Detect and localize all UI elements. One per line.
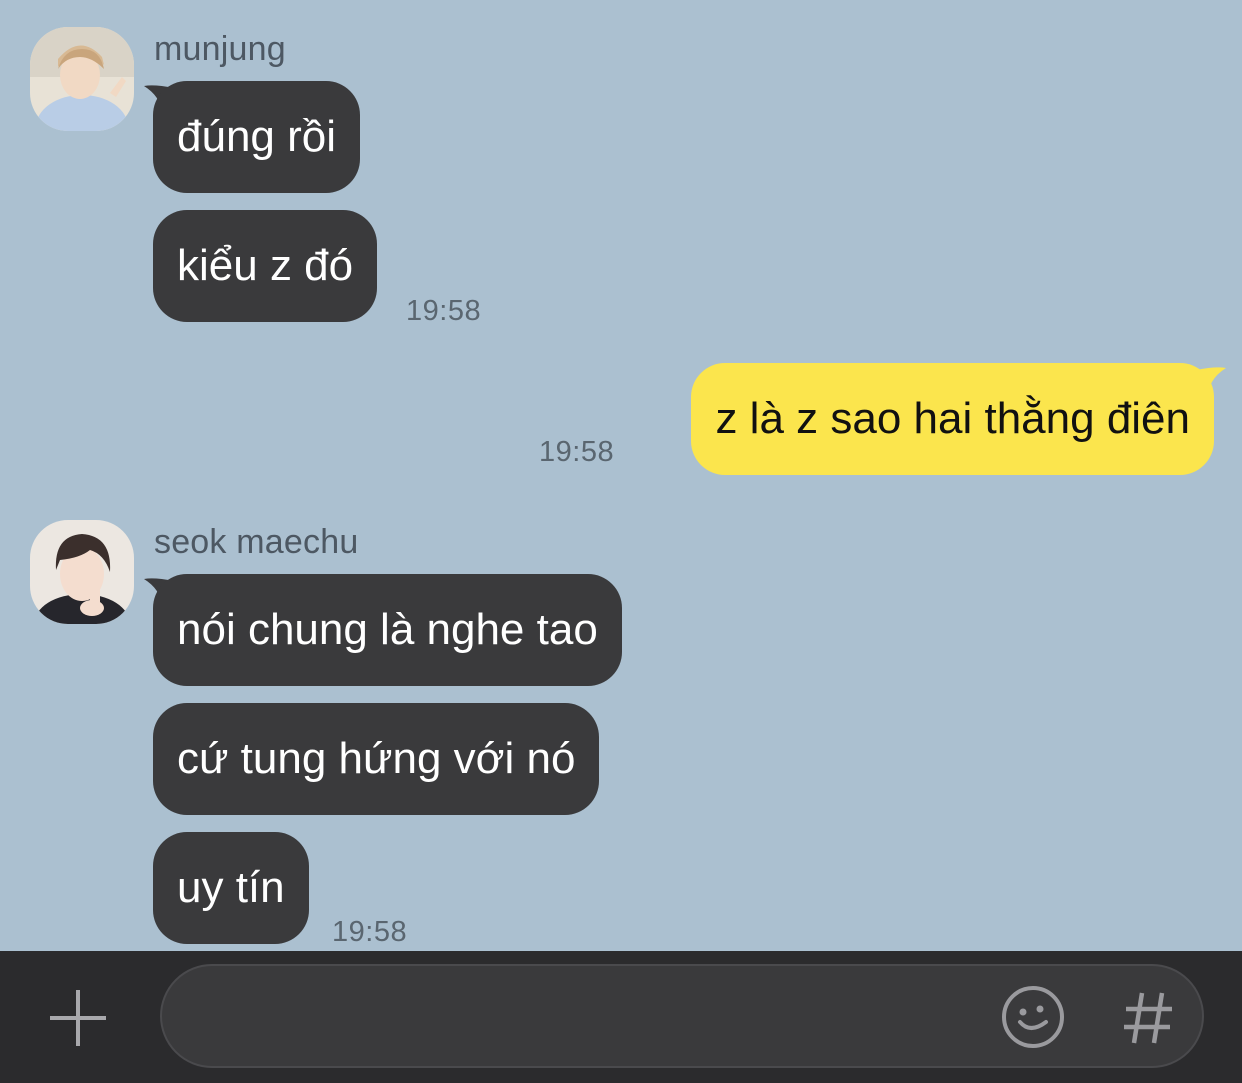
- avatar-seok-maechu[interactable]: [30, 520, 134, 624]
- hashtag-button[interactable]: [1118, 987, 1178, 1047]
- message-bubble[interactable]: uy tín: [153, 832, 309, 944]
- message-bubble[interactable]: cứ tung hứng với nó: [153, 703, 600, 815]
- plus-icon: [50, 990, 106, 1046]
- avatar-munjung[interactable]: [30, 27, 134, 131]
- message-time: 19:58: [539, 436, 615, 468]
- emoji-button[interactable]: [1000, 984, 1066, 1050]
- input-bar: [0, 951, 1242, 1083]
- sender-name: seok maechu: [154, 523, 359, 561]
- message-bubble[interactable]: đúng rồi: [153, 81, 361, 193]
- bubble-tail: [1196, 367, 1226, 394]
- smiley-icon: [1002, 986, 1064, 1048]
- add-button[interactable]: [48, 988, 108, 1048]
- message-bubble[interactable]: kiểu z đó: [153, 210, 378, 322]
- chat-area: munjung đúng rồi kiểu z đó 19:58 z là z …: [0, 0, 1242, 951]
- message-bubble[interactable]: nói chung là nghe tao: [153, 574, 622, 686]
- my-message-bubble[interactable]: z là z sao hai thằng điên: [691, 363, 1214, 475]
- message-time: 19:58: [332, 916, 408, 948]
- message-time: 19:58: [406, 295, 482, 327]
- hash-icon: [1124, 992, 1172, 1044]
- sender-name: munjung: [154, 30, 286, 68]
